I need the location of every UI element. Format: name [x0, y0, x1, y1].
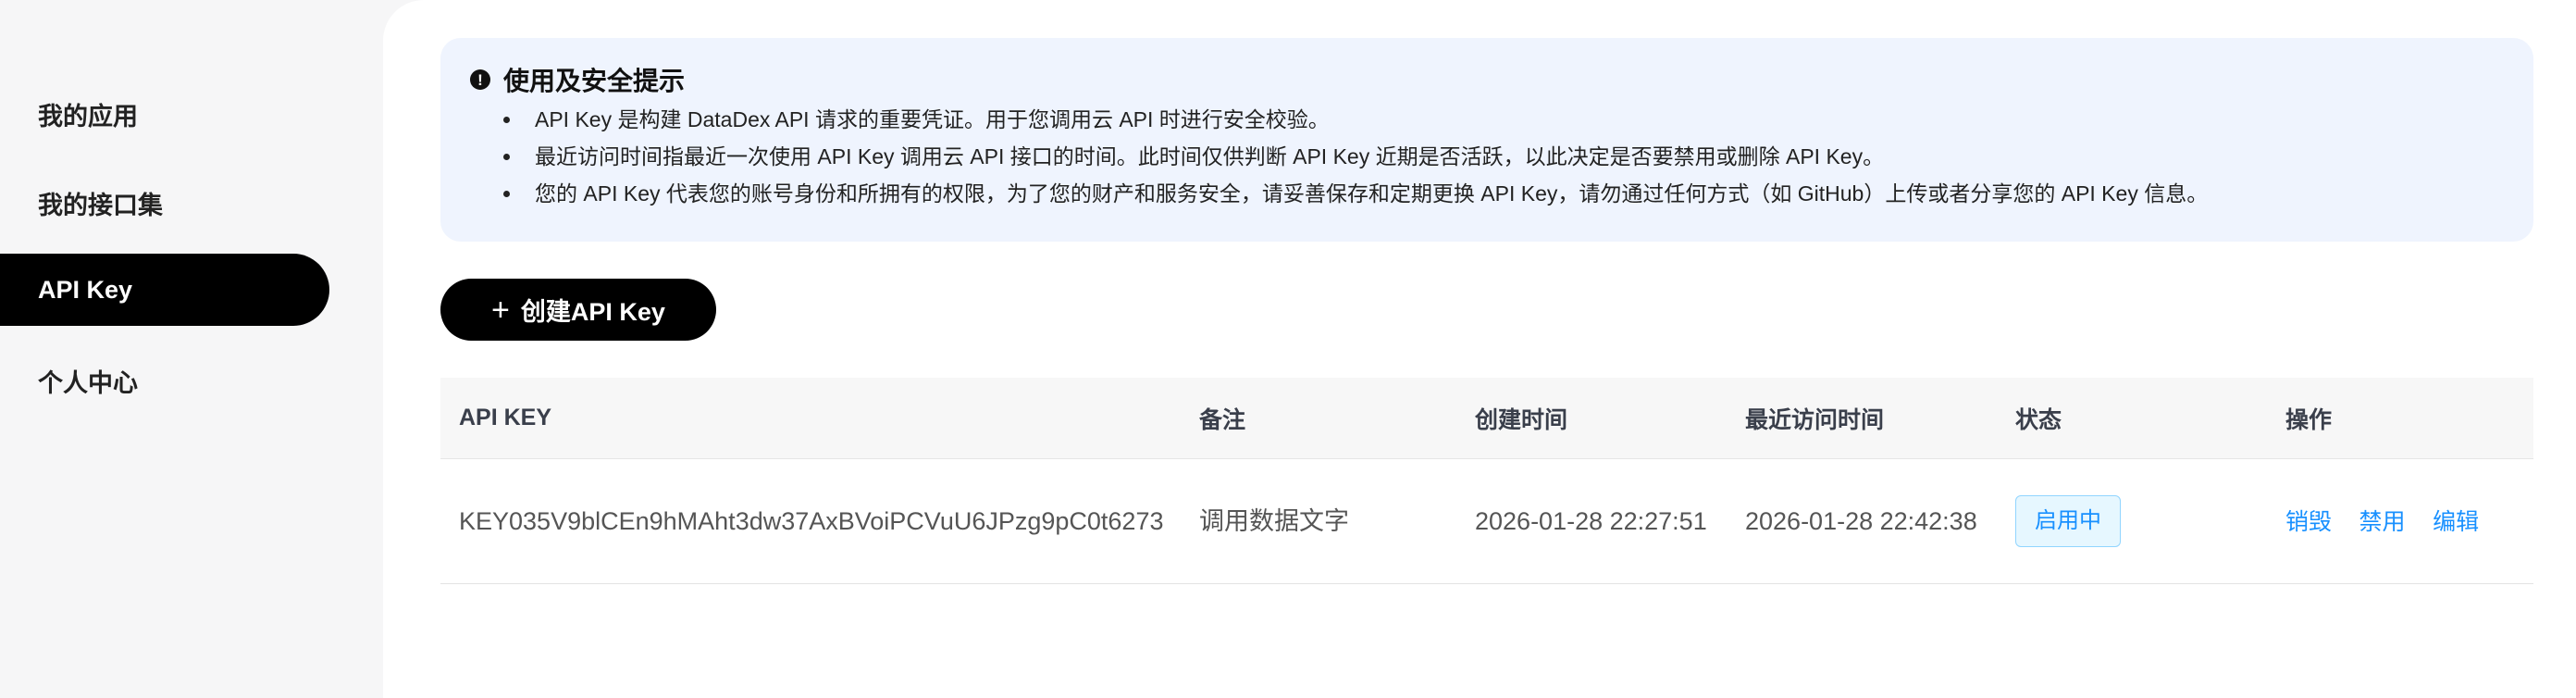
exclamation-icon: !	[470, 69, 490, 90]
sidebar-item-personal-center[interactable]: 个人中心	[0, 344, 329, 417]
api-key-value: KEY035V9blCEn9hMAht3dw37AxBVoiPCVuU6JPzg…	[459, 507, 1164, 535]
sidebar: 我的应用 我的接口集 API Key 个人中心	[0, 0, 383, 698]
table-row: KEY035V9blCEn9hMAht3dw37AxBVoiPCVuU6JPzg…	[440, 459, 2533, 584]
status-badge: 启用中	[2015, 495, 2121, 547]
edit-link[interactable]: 编辑	[2433, 509, 2479, 535]
table-header: API KEY 备注 创建时间 最近访问时间 状态 操作	[440, 378, 2533, 459]
column-header-last-access: 最近访问时间	[1745, 406, 1885, 433]
actions-cell: 销毁 禁用 编辑	[2267, 500, 2533, 543]
notice-title: 使用及安全提示	[503, 67, 686, 95]
column-header-created: 创建时间	[1475, 406, 1568, 433]
plus-icon: +	[491, 292, 510, 328]
created-time: 2026-01-28 22:27:51	[1475, 507, 1707, 535]
create-api-key-button[interactable]: + 创建API Key	[440, 279, 716, 341]
note-value: 调用数据文字	[1199, 507, 1349, 535]
destroy-link[interactable]: 销毁	[2285, 509, 2332, 535]
main-panel: ! 使用及安全提示 API Key 是构建 DataDex API 请求的重要凭…	[383, 0, 2576, 698]
column-header-status: 状态	[2015, 406, 2062, 433]
column-header-api-key: API KEY	[459, 405, 552, 430]
sidebar-item-label: 个人中心	[38, 368, 138, 397]
sidebar-item-label: 我的接口集	[38, 191, 163, 219]
last-access-time: 2026-01-28 22:42:38	[1745, 507, 1977, 535]
column-header-actions: 操作	[2285, 406, 2333, 433]
api-key-table: API KEY 备注 创建时间 最近访问时间 状态 操作 KEY035V9blC…	[440, 378, 2533, 584]
notice-header: ! 使用及安全提示	[470, 64, 2533, 95]
status-cell: 启用中	[1997, 495, 2267, 547]
security-notice: ! 使用及安全提示 API Key 是构建 DataDex API 请求的重要凭…	[440, 38, 2533, 242]
notice-list: API Key 是构建 DataDex API 请求的重要凭证。用于您调用云 A…	[470, 101, 2533, 212]
sidebar-item-label: 我的应用	[38, 102, 138, 131]
notice-item: 您的 API Key 代表您的账号身份和所拥有的权限，为了您的财产和服务安全，请…	[503, 175, 2533, 212]
sidebar-item-my-api-sets[interactable]: 我的接口集	[0, 167, 329, 239]
sidebar-item-my-apps[interactable]: 我的应用	[0, 78, 329, 150]
disable-link[interactable]: 禁用	[2359, 509, 2406, 535]
notice-item: 最近访问时间指最近一次使用 API Key 调用云 API 接口的时间。此时间仅…	[503, 138, 2533, 175]
sidebar-item-label: API Key	[38, 275, 133, 304]
column-header-note: 备注	[1199, 406, 1246, 433]
sidebar-item-api-key[interactable]: API Key	[0, 254, 329, 326]
create-button-label: 创建API Key	[520, 298, 665, 326]
notice-item: API Key 是构建 DataDex API 请求的重要凭证。用于您调用云 A…	[503, 101, 2533, 138]
